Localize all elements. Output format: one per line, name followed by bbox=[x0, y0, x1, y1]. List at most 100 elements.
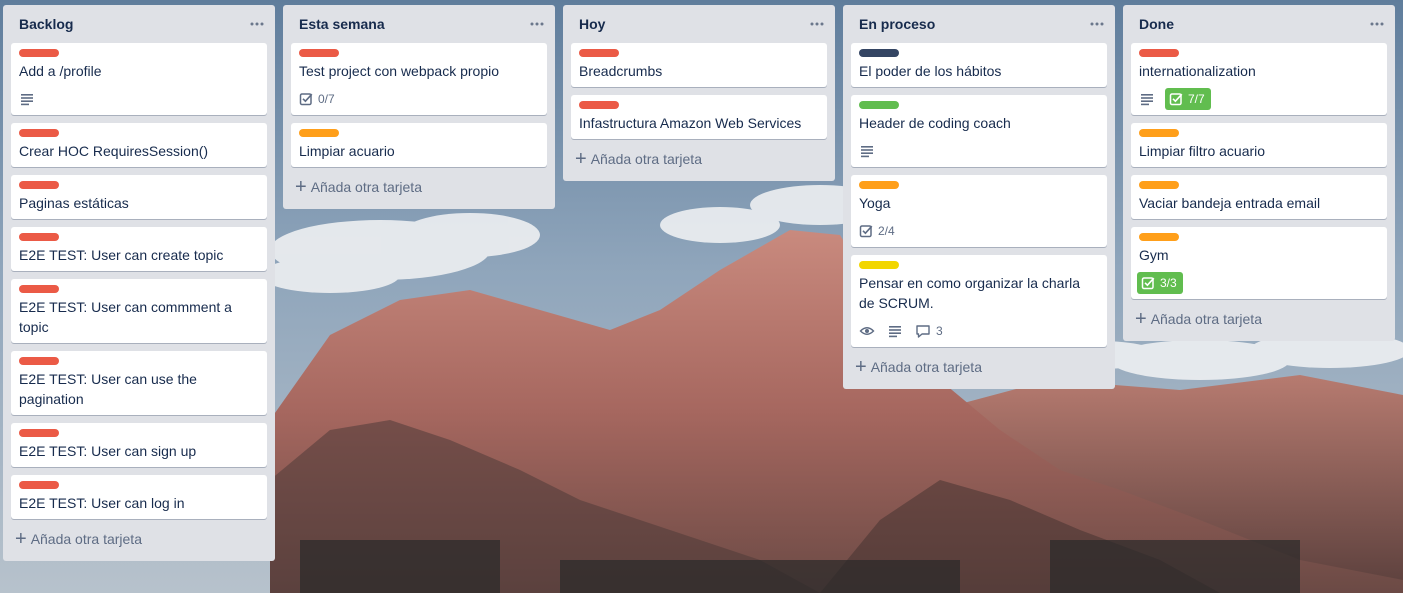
checklist-badge: 7/7 bbox=[1165, 88, 1211, 110]
checklist-icon bbox=[859, 224, 873, 238]
list-title[interactable]: Hoy bbox=[579, 16, 605, 32]
card-label-red[interactable] bbox=[19, 429, 59, 437]
card[interactable]: Pensar en como organizar la charla de SC… bbox=[851, 255, 1107, 347]
card-label-red[interactable] bbox=[19, 481, 59, 489]
add-card-button[interactable]: + Añada otra tarjeta bbox=[571, 145, 827, 173]
card-title: Pensar en como organizar la charla de SC… bbox=[859, 275, 1081, 311]
card[interactable]: E2E TEST: User can log in bbox=[11, 475, 267, 519]
card[interactable]: Infastructura Amazon Web Services bbox=[571, 95, 827, 139]
comment-count: 3 bbox=[936, 324, 943, 338]
card-label-red[interactable] bbox=[19, 181, 59, 189]
card-label-black[interactable] bbox=[859, 49, 899, 57]
description-icon bbox=[887, 323, 903, 339]
comments-badge: 3 bbox=[913, 320, 945, 342]
more-options-icon[interactable] bbox=[1083, 10, 1111, 38]
description-badge bbox=[885, 320, 905, 342]
card-list: El poder de los hábitos Header de coding … bbox=[851, 43, 1107, 355]
card-badges bbox=[857, 137, 1099, 165]
card-label-red[interactable] bbox=[1139, 49, 1179, 57]
card-label-yellow[interactable] bbox=[859, 261, 899, 269]
card-title: Vaciar bandeja entrada email bbox=[1139, 195, 1321, 211]
card[interactable]: Yoga 2/4 bbox=[851, 175, 1107, 247]
checklist-badge: 0/7 bbox=[297, 88, 337, 110]
card-badges: 0/7 bbox=[297, 85, 539, 113]
card-label-orange[interactable] bbox=[1139, 129, 1179, 137]
card-label-green[interactable] bbox=[859, 101, 899, 109]
card[interactable]: internationalization 7/7 bbox=[1131, 43, 1387, 115]
more-options-icon[interactable] bbox=[1363, 10, 1391, 38]
card[interactable]: Header de coding coach bbox=[851, 95, 1107, 167]
list-header: Done bbox=[1131, 5, 1387, 43]
list-title[interactable]: Done bbox=[1139, 16, 1174, 32]
comment-icon bbox=[915, 323, 931, 339]
card-label-red[interactable] bbox=[579, 101, 619, 109]
add-card-button[interactable]: + Añada otra tarjeta bbox=[1131, 305, 1387, 333]
list-esta-semana: Esta semana Test project con webpack prop… bbox=[283, 5, 555, 209]
list-title[interactable]: Backlog bbox=[19, 16, 73, 32]
list-header: Esta semana bbox=[291, 5, 547, 43]
card-title: Crear HOC RequiresSession() bbox=[19, 143, 209, 159]
card[interactable]: E2E TEST: User can use the pagination bbox=[11, 351, 267, 415]
card[interactable]: El poder de los hábitos bbox=[851, 43, 1107, 87]
card-label-red[interactable] bbox=[579, 49, 619, 57]
card[interactable]: E2E TEST: User can sign up bbox=[11, 423, 267, 467]
list-title[interactable]: En proceso bbox=[859, 16, 935, 32]
add-card-label: Añada otra tarjeta bbox=[310, 179, 422, 195]
card-label-red[interactable] bbox=[19, 49, 59, 57]
card-label-red[interactable] bbox=[19, 285, 59, 293]
board: Backlog Add a /profile Crear HOC RequiresS… bbox=[3, 5, 1403, 561]
add-card-button[interactable]: + Añada otra tarjeta bbox=[11, 525, 267, 553]
card-label-orange[interactable] bbox=[1139, 233, 1179, 241]
list-title[interactable]: Esta semana bbox=[299, 16, 385, 32]
description-icon bbox=[1139, 91, 1155, 107]
card-title: E2E TEST: User can create topic bbox=[19, 247, 224, 263]
card[interactable]: Limpiar acuario bbox=[291, 123, 547, 167]
more-options-icon[interactable] bbox=[243, 10, 271, 38]
card-list: Add a /profile Crear HOC RequiresSession(… bbox=[11, 43, 267, 527]
checklist-icon bbox=[299, 92, 313, 106]
card-title: E2E TEST: User can use the pagination bbox=[19, 371, 197, 407]
card-label-red[interactable] bbox=[19, 129, 59, 137]
card[interactable]: Test project con webpack propio 0/7 bbox=[291, 43, 547, 115]
card[interactable]: Crear HOC RequiresSession() bbox=[11, 123, 267, 167]
add-card-button[interactable]: + Añada otra tarjeta bbox=[851, 353, 1107, 381]
card-title: E2E TEST: User can log in bbox=[19, 495, 185, 511]
card[interactable]: Limpiar filtro acuario bbox=[1131, 123, 1387, 167]
card-title: Limpiar filtro acuario bbox=[1139, 143, 1266, 159]
card-label-red[interactable] bbox=[19, 357, 59, 365]
add-card-label: Añada otra tarjeta bbox=[870, 359, 982, 375]
plus-icon: + bbox=[855, 356, 867, 378]
more-options-icon[interactable] bbox=[523, 10, 551, 38]
card-title: Paginas estáticas bbox=[19, 195, 129, 211]
card[interactable]: Vaciar bandeja entrada email bbox=[1131, 175, 1387, 219]
card-label-orange[interactable] bbox=[299, 129, 339, 137]
card[interactable]: Paginas estáticas bbox=[11, 175, 267, 219]
card-label-red[interactable] bbox=[19, 233, 59, 241]
checklist-icon bbox=[1141, 276, 1155, 290]
plus-icon: + bbox=[575, 148, 587, 170]
card[interactable]: E2E TEST: User can create topic bbox=[11, 227, 267, 271]
card[interactable]: Add a /profile bbox=[11, 43, 267, 115]
checklist-count: 7/7 bbox=[1188, 92, 1205, 106]
card-title: Limpiar acuario bbox=[299, 143, 395, 159]
card[interactable]: E2E TEST: User can commment a topic bbox=[11, 279, 267, 343]
list-hoy: Hoy Breadcrumbs Infastructura Amazon Web S… bbox=[563, 5, 835, 181]
card-label-orange[interactable] bbox=[859, 181, 899, 189]
card[interactable]: Breadcrumbs bbox=[571, 43, 827, 87]
card-list: Test project con webpack propio 0/7 Limpia… bbox=[291, 43, 547, 175]
more-options-icon[interactable] bbox=[803, 10, 831, 38]
description-icon bbox=[19, 91, 35, 107]
card-title: Yoga bbox=[859, 195, 891, 211]
add-card-label: Añada otra tarjeta bbox=[30, 531, 142, 547]
list-header: Backlog bbox=[11, 5, 267, 43]
card-title: Header de coding coach bbox=[859, 115, 1011, 131]
card-label-orange[interactable] bbox=[1139, 181, 1179, 189]
list-en-proceso: En proceso El poder de los hábitos Header … bbox=[843, 5, 1115, 389]
card-label-red[interactable] bbox=[299, 49, 339, 57]
card-title: El poder de los hábitos bbox=[859, 63, 1002, 79]
add-card-label: Añada otra tarjeta bbox=[1150, 311, 1262, 327]
card[interactable]: Gym 3/3 bbox=[1131, 227, 1387, 299]
card-title: Test project con webpack propio bbox=[299, 63, 499, 79]
list-backlog: Backlog Add a /profile Crear HOC RequiresS… bbox=[3, 5, 275, 561]
add-card-button[interactable]: + Añada otra tarjeta bbox=[291, 173, 547, 201]
